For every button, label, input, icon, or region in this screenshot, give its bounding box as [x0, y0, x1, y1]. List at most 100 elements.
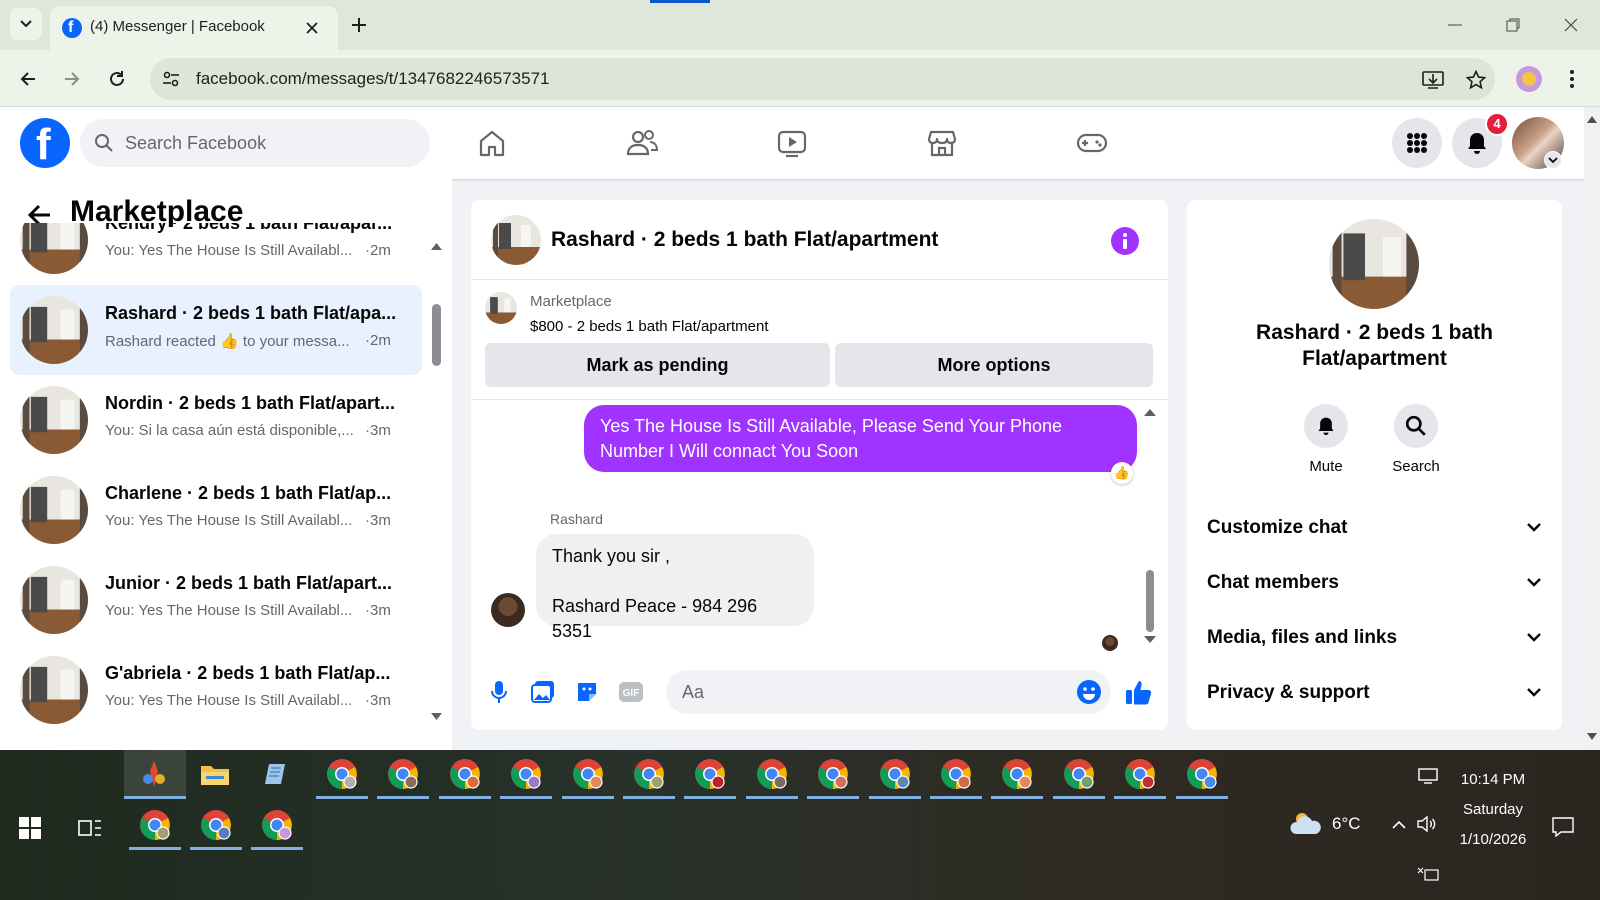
- sticker-icon[interactable]: [573, 678, 601, 706]
- conversation-item[interactable]: Charlene · 2 beds 1 bath Flat/ap... You: …: [10, 465, 422, 555]
- chrome-window-icon[interactable]: [875, 755, 915, 793]
- chrome-window-icon[interactable]: [1120, 755, 1160, 793]
- scroll-up-arrow-icon[interactable]: [1587, 115, 1597, 123]
- browser-menu-icon[interactable]: [1560, 64, 1584, 94]
- minimize-icon[interactable]: [1440, 12, 1470, 38]
- chrome-window-icon[interactable]: [752, 755, 792, 793]
- conversation-item[interactable]: Rashard · 2 beds 1 bath Flat/apa... Rasha…: [10, 285, 422, 375]
- app-icon[interactable]: [134, 754, 174, 794]
- sender-avatar[interactable]: [491, 593, 525, 627]
- thumbs-up-send-icon[interactable]: [1123, 676, 1155, 708]
- chat-members-section[interactable]: Chat members: [1207, 563, 1547, 603]
- restore-icon[interactable]: [1498, 12, 1528, 38]
- display-icon[interactable]: [1416, 766, 1440, 786]
- network-icon[interactable]: [1416, 864, 1440, 884]
- reload-icon[interactable]: [101, 63, 133, 95]
- chrome-window-icon[interactable]: [506, 755, 546, 793]
- scroll-down-arrow-icon[interactable]: [1144, 636, 1156, 644]
- more-options-button[interactable]: More options: [835, 343, 1153, 387]
- site-info-icon[interactable]: [160, 68, 182, 90]
- file-explorer-icon[interactable]: [195, 754, 235, 794]
- menu-grid-icon[interactable]: [1392, 118, 1442, 168]
- weather-cloud-icon[interactable]: [1290, 810, 1324, 836]
- close-window-icon[interactable]: [1556, 12, 1586, 38]
- chrome-window-icon[interactable]: [383, 755, 423, 793]
- scrollbar-thumb[interactable]: [1146, 570, 1154, 632]
- chrome-window-icon[interactable]: [936, 755, 976, 793]
- conversation-avatar[interactable]: [20, 386, 88, 454]
- emoji-icon[interactable]: [1076, 679, 1102, 705]
- chrome-window-icon[interactable]: [135, 806, 175, 844]
- conversation-avatar[interactable]: [20, 656, 88, 724]
- chrome-window-icon[interactable]: [196, 806, 236, 844]
- video-icon[interactable]: [770, 121, 814, 165]
- chrome-window-icon[interactable]: [690, 755, 730, 793]
- conversation-item[interactable]: Nordin · 2 beds 1 bath Flat/apart... You:…: [10, 375, 422, 465]
- gaming-icon[interactable]: [1070, 121, 1114, 165]
- chrome-window-icon[interactable]: [629, 755, 669, 793]
- scroll-down-arrow-icon[interactable]: [1587, 733, 1597, 741]
- microphone-icon[interactable]: [485, 678, 513, 706]
- profile-photo[interactable]: [1329, 219, 1419, 309]
- page-scrollbar[interactable]: [1584, 107, 1600, 750]
- mark-as-pending-button[interactable]: Mark as pending: [485, 343, 830, 387]
- message-input[interactable]: Aa: [666, 670, 1111, 714]
- chrome-window-icon[interactable]: [1182, 755, 1222, 793]
- forward-icon[interactable]: [56, 63, 88, 95]
- conversation-item[interactable]: Kendry · 2 beds 1 bath Flat/apar... You: …: [10, 223, 422, 285]
- chrome-window-icon[interactable]: [445, 755, 485, 793]
- gif-icon[interactable]: GIF: [617, 678, 645, 706]
- conversation-avatar[interactable]: [20, 296, 88, 364]
- address-bar[interactable]: facebook.com/messages/t/1347682246573571: [150, 58, 1495, 100]
- scroll-up-arrow-icon[interactable]: [431, 242, 442, 250]
- chrome-window-icon[interactable]: [813, 755, 853, 793]
- facebook-logo-icon[interactable]: f: [20, 118, 70, 169]
- chat-avatar[interactable]: [491, 215, 541, 265]
- tray-expand-icon[interactable]: [1388, 814, 1410, 834]
- search-conversation-icon[interactable]: [1394, 404, 1438, 448]
- chrome-window-icon[interactable]: [568, 755, 608, 793]
- mute-bell-icon[interactable]: [1304, 404, 1348, 448]
- temperature[interactable]: 6°C: [1332, 814, 1361, 834]
- account-chevron-icon[interactable]: [1544, 151, 1562, 169]
- chrome-window-icon[interactable]: [997, 755, 1037, 793]
- info-icon[interactable]: [1111, 227, 1139, 255]
- volume-icon[interactable]: [1416, 814, 1438, 834]
- conversation-item[interactable]: G'abriela · 2 beds 1 bath Flat/ap... You:…: [10, 645, 422, 735]
- marketplace-icon[interactable]: [920, 121, 964, 165]
- browser-tab[interactable]: f (4) Messenger | Facebook: [50, 6, 338, 50]
- outgoing-message-bubble[interactable]: Yes The House Is Still Available, Please…: [584, 405, 1137, 472]
- back-icon[interactable]: [12, 63, 44, 95]
- conversation-item[interactable]: Junior · 2 beds 1 bath Flat/apart... You:…: [10, 555, 422, 645]
- privacy-support-section[interactable]: Privacy & support: [1207, 673, 1547, 713]
- listing-thumbnail[interactable]: [485, 292, 517, 324]
- new-tab-icon[interactable]: [344, 10, 374, 40]
- clock-day[interactable]: Saturday: [1448, 801, 1538, 818]
- clock-time[interactable]: 10:14 PM: [1448, 771, 1538, 788]
- media-files-links-section[interactable]: Media, files and links: [1207, 618, 1547, 658]
- chrome-window-icon[interactable]: [1059, 755, 1099, 793]
- chat-scrollbar[interactable]: [1143, 400, 1157, 650]
- install-app-icon[interactable]: [1420, 67, 1446, 93]
- home-icon[interactable]: [470, 121, 514, 165]
- chrome-window-icon[interactable]: [322, 755, 362, 793]
- close-tab-icon[interactable]: [300, 16, 324, 40]
- scrollbar-thumb[interactable]: [432, 304, 441, 366]
- chrome-window-icon[interactable]: [257, 806, 297, 844]
- thumbs-up-reaction-icon[interactable]: 👍: [1111, 462, 1133, 484]
- notepad-icon[interactable]: [256, 754, 296, 794]
- tab-list-dropdown[interactable]: [10, 8, 42, 40]
- scroll-up-arrow-icon[interactable]: [1144, 408, 1156, 416]
- notification-center-icon[interactable]: [1548, 812, 1578, 842]
- clock-date[interactable]: 1/10/2026: [1448, 831, 1538, 848]
- listing-title[interactable]: $800 - 2 beds 1 bath Flat/apartment: [530, 318, 768, 335]
- facebook-search-input[interactable]: Search Facebook: [80, 119, 430, 167]
- scroll-down-arrow-icon[interactable]: [431, 713, 442, 721]
- friends-icon[interactable]: [620, 121, 664, 165]
- conversation-list-scrollbar[interactable]: [428, 229, 444, 729]
- conversation-avatar[interactable]: [20, 566, 88, 634]
- conversation-avatar[interactable]: [20, 223, 88, 274]
- incoming-message-bubble[interactable]: Thank you sir , Rashard Peace - 984 296 …: [536, 534, 814, 641]
- bookmark-star-icon[interactable]: [1463, 67, 1489, 93]
- photo-icon[interactable]: [529, 678, 557, 706]
